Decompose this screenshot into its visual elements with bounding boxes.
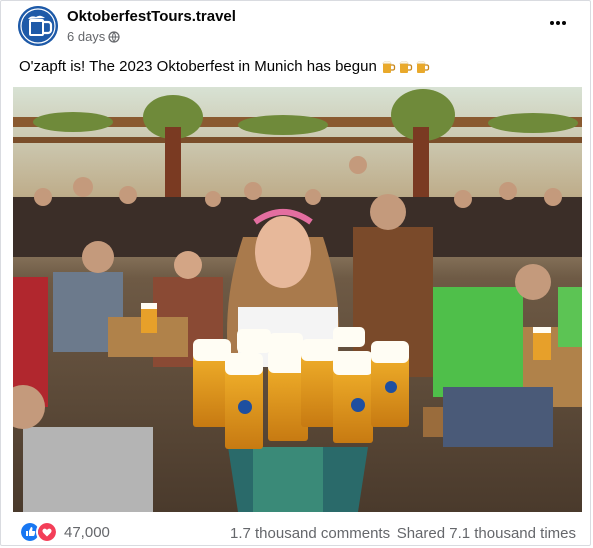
post-header: OktoberfestTours.travel 6 days <box>1 1 590 53</box>
page-avatar[interactable] <box>18 6 58 46</box>
love-icon <box>36 521 58 543</box>
post-caption: O'zapft is! The 2023 Oktoberfest in Muni… <box>19 58 430 75</box>
more-options-icon <box>550 21 566 25</box>
beer-stein-logo-icon <box>18 6 58 46</box>
beer-mug-icon <box>415 61 429 73</box>
post-time: 6 days <box>67 29 106 44</box>
reactions-summary[interactable]: 47,000 <box>19 521 110 543</box>
caption-emoji-group <box>381 59 430 74</box>
comments-count-link[interactable]: 1.7 thousand comments <box>230 525 390 542</box>
reaction-count: 47,000 <box>64 523 110 541</box>
beer-mug-icon <box>398 61 412 73</box>
globe-icon <box>108 30 120 43</box>
post-caption-text: O'zapft is! The 2023 Oktoberfest in Muni… <box>19 58 377 75</box>
post-timestamp[interactable]: 6 days <box>67 29 120 44</box>
beer-mug-icon <box>381 61 395 73</box>
feed-post: OktoberfestTours.travel 6 days O'zapft i… <box>0 0 591 546</box>
shares-count-link[interactable]: Shared 7.1 thousand times <box>397 525 576 542</box>
post-photo[interactable] <box>13 87 582 512</box>
post-footer: 47,000 1.7 thousand comments Shared 7.1 … <box>1 515 590 547</box>
oktoberfest-beer-tent-photo <box>13 87 582 512</box>
page-name-link[interactable]: OktoberfestTours.travel <box>67 8 236 25</box>
more-options-button[interactable] <box>544 9 572 37</box>
